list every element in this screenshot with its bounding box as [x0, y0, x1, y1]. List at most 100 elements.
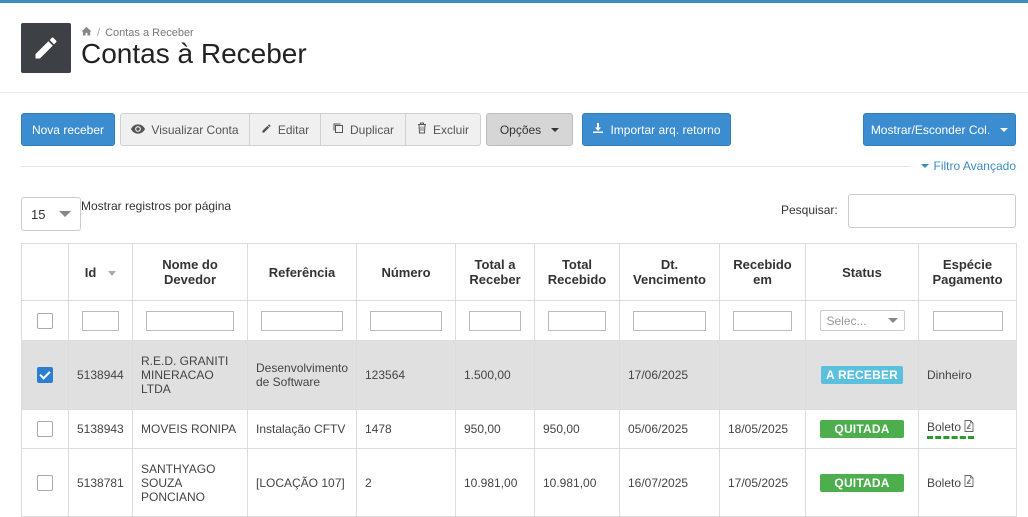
- options-dropdown-button[interactable]: Opções: [486, 113, 573, 146]
- receivables-table: Id Nome do Devedor Referência Número Tota…: [21, 243, 1017, 517]
- cell-recebido-em: 17/05/2025: [719, 448, 806, 517]
- table-row[interactable]: 5138943 MOVEIS RONIPA Instalação CFTV 14…: [21, 409, 1017, 449]
- duplicate-label: Duplicar: [349, 122, 394, 137]
- filter-vencimento-input[interactable]: [633, 310, 706, 331]
- header-devedor-line2: Devedor: [163, 272, 217, 287]
- filter-devedor-input[interactable]: [146, 310, 234, 331]
- new-receivable-button[interactable]: Nova receber: [21, 113, 115, 146]
- page-header: / Contas a Receber Contas à Receber: [0, 3, 1028, 93]
- pdf-icon[interactable]: [964, 419, 974, 435]
- cell-especie: Boleto: [918, 409, 1017, 449]
- cell-vencimento: 17/06/2025: [619, 340, 720, 410]
- header-numero[interactable]: Número: [356, 243, 456, 301]
- view-account-button[interactable]: Visualizar Conta: [120, 113, 250, 146]
- header-recebido-line1: Recebido: [733, 257, 792, 272]
- import-return-file-button[interactable]: Importar arq. retorno: [582, 113, 731, 146]
- header-devedor-line1: Nome do: [162, 257, 218, 272]
- header-status-label: Status: [842, 264, 882, 280]
- header-vencimento-line1: Dt.: [660, 257, 679, 272]
- delete-label: Excluir: [432, 122, 469, 137]
- duplicate-button[interactable]: Duplicar: [320, 113, 406, 146]
- status-badge: A RECEBER: [820, 366, 904, 384]
- filter-status-cell: Selec...: [805, 300, 919, 341]
- search-input[interactable]: [848, 194, 1016, 228]
- cell-total-recebido: [534, 340, 620, 410]
- filter-numero-input[interactable]: [370, 310, 442, 331]
- header-devedor[interactable]: Nome do Devedor: [132, 243, 248, 301]
- cell-devedor-line: MINERACAO: [141, 368, 214, 382]
- header-referencia[interactable]: Referência: [247, 243, 357, 301]
- table-header-row: Id Nome do Devedor Referência Número Tota…: [21, 243, 1017, 301]
- row-select-cell: [21, 448, 69, 517]
- filter-id-input[interactable]: [82, 310, 119, 331]
- chevron-down-icon: [887, 318, 898, 323]
- cell-total-receber: 950,00: [455, 409, 535, 449]
- cell-numero: 123564: [356, 340, 456, 410]
- row-checkbox[interactable]: [37, 367, 53, 383]
- page-length-select[interactable]: 15: [21, 197, 81, 231]
- edit-button[interactable]: Editar: [249, 113, 321, 146]
- row-checkbox[interactable]: [37, 421, 53, 437]
- header-total-recebido[interactable]: Total Recebido: [534, 243, 620, 301]
- cell-status: A RECEBER: [805, 340, 919, 410]
- sort-icon: [108, 270, 117, 276]
- caret-down-icon: [920, 164, 929, 168]
- header-vencimento[interactable]: Dt. Vencimento: [619, 243, 720, 301]
- table-row[interactable]: 5138781 SANTHYAGO SOUZA PONCIANO [LOCAÇÃO …: [21, 448, 1017, 517]
- header-recebido-line2: em: [753, 272, 772, 287]
- header-numero-label: Número: [381, 264, 431, 280]
- cell-devedor-line: PONCIANO: [141, 489, 206, 504]
- pdf-icon[interactable]: [964, 475, 974, 490]
- table-row[interactable]: 5138944 R.E.D. GRANITI MINERACAO LTDA Dese…: [21, 340, 1017, 410]
- header-total-receber-line1: Total a: [474, 257, 516, 272]
- toggle-columns-button[interactable]: Mostrar/Esconder Col.: [863, 113, 1016, 146]
- filter-total-recebido-input[interactable]: [548, 310, 606, 331]
- chevron-down-icon: [1000, 127, 1009, 132]
- select-all-checkbox[interactable]: [37, 312, 53, 329]
- cell-devedor-line: LTDA: [141, 382, 171, 396]
- cell-id: 5138943: [68, 409, 133, 449]
- cell-total-recebido: 950,00: [534, 409, 620, 449]
- chevron-down-icon: [551, 127, 560, 132]
- boleto-link[interactable]: Boleto: [927, 475, 974, 490]
- header-id[interactable]: Id: [68, 243, 133, 301]
- cell-referencia: Desenvolvimento de Software: [247, 340, 357, 410]
- filter-row: Selec...: [21, 300, 1017, 341]
- filter-recebido-input[interactable]: [733, 310, 792, 331]
- delete-button[interactable]: Excluir: [405, 113, 481, 146]
- trash-icon: [417, 122, 427, 137]
- import-return-file-label: Importar arq. retorno: [610, 122, 721, 137]
- filter-id-cell: [68, 300, 133, 341]
- cell-devedor-line: SOUZA: [141, 475, 183, 490]
- cell-especie-label: Boleto: [927, 420, 962, 434]
- chevron-down-icon: [59, 211, 71, 217]
- header-especie[interactable]: Espécie Pagamento: [918, 243, 1017, 301]
- filter-total-receber-input[interactable]: [469, 310, 521, 331]
- row-checkbox[interactable]: [37, 474, 53, 491]
- cell-especie: Dinheiro: [918, 340, 1017, 410]
- header-vencimento-line2: Vencimento: [633, 272, 706, 287]
- cell-especie: Boleto: [918, 448, 1017, 517]
- cell-total-receber: 1.500,00: [455, 340, 535, 410]
- toggle-columns-label: Mostrar/Esconder Col.: [870, 122, 991, 137]
- advanced-filter-link[interactable]: Filtro Avançado: [920, 159, 1016, 173]
- filter-especie-input[interactable]: [932, 310, 1003, 331]
- status-badge: QUITADA: [820, 420, 904, 438]
- cell-numero: 1478: [356, 409, 456, 449]
- cell-vencimento: 16/07/2025: [619, 448, 720, 517]
- filter-devedor-cell: [132, 300, 248, 341]
- cell-devedor: R.E.D. GRANITI MINERACAO LTDA: [132, 340, 248, 410]
- header-status[interactable]: Status: [805, 243, 919, 301]
- header-recebido-em[interactable]: Recebido em: [719, 243, 806, 301]
- options-label: Opções: [499, 122, 542, 137]
- cell-total-recebido: 10.981,00: [534, 448, 620, 517]
- boleto-link[interactable]: Boleto: [927, 419, 975, 439]
- filter-status-select[interactable]: Selec...: [819, 310, 905, 331]
- cell-status: QUITADA: [805, 448, 919, 517]
- filter-referencia-input[interactable]: [261, 310, 343, 331]
- view-account-label: Visualizar Conta: [151, 122, 239, 137]
- header-referencia-label: Referência: [268, 264, 336, 280]
- cell-vencimento: 05/06/2025: [619, 409, 720, 449]
- cell-status: QUITADA: [805, 409, 919, 449]
- header-total-receber[interactable]: Total a Receber: [455, 243, 535, 301]
